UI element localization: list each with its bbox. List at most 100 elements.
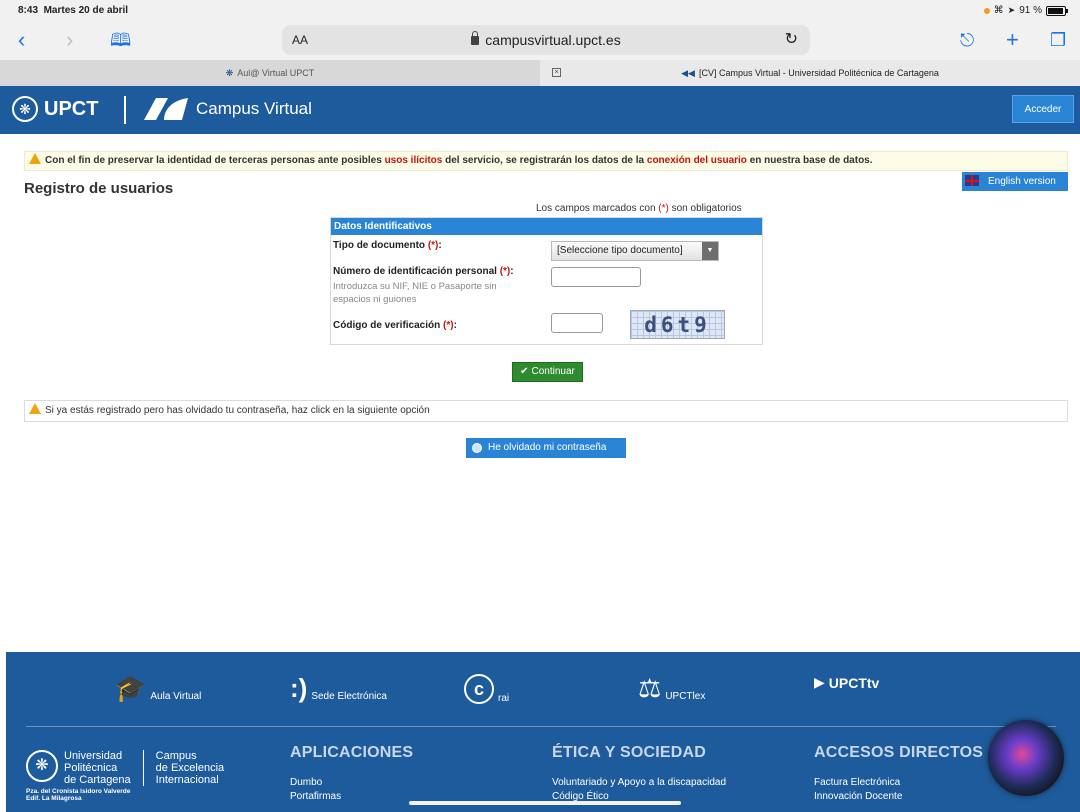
login-button[interactable]: Acceder — [1012, 95, 1074, 123]
footer-link-crai[interactable]: c rai — [464, 674, 509, 704]
forgot-password-button[interactable]: He olvidado mi contraseña — [466, 438, 626, 458]
col-link[interactable]: Dumbo — [290, 776, 413, 790]
upct-favicon-icon: ❋ — [225, 68, 234, 78]
col-title: ACCESOS DIRECTOS — [814, 744, 984, 761]
doc-type-select[interactable]: [Seleccione tipo documento] ▼ — [551, 241, 719, 261]
back-icon[interactable]: ‹ — [18, 26, 25, 54]
col-link[interactable]: Portafirmas — [290, 790, 413, 804]
tab-label: [CV] Campus Virtual - Universidad Polité… — [698, 68, 939, 78]
footer-link-label: rai — [498, 693, 510, 704]
col-link[interactable]: Voluntariado y Apoyo a la discapacidad — [552, 776, 726, 790]
verification-code-label: Código de verificación (*): — [333, 320, 457, 331]
campus-virtual-mark-icon — [144, 98, 188, 120]
footer-col-aplicaciones: APLICACIONES Dumbo Portafirmas — [290, 744, 413, 804]
footer-link-aula-virtual[interactable]: 🎓 Aula Virtual — [114, 674, 201, 702]
warning-text-2: del servicio, se registrarán los datos d… — [442, 155, 647, 166]
tab-campus-virtual[interactable]: × ◀◀ [CV] Campus Virtual - Universidad Po… — [540, 60, 1080, 86]
required-mark: (*) — [658, 203, 669, 214]
univ-line: Politécnica — [64, 762, 118, 774]
captcha-image: d6t9 — [630, 310, 725, 339]
col-title: APLICACIONES — [290, 744, 414, 761]
close-tab-icon[interactable]: × — [552, 68, 561, 77]
english-version-button[interactable]: English version — [962, 172, 1068, 191]
warning-text-3: en nuestra base de datos. — [746, 155, 873, 166]
required-mark: (*) — [427, 240, 439, 251]
col-title: ÉTICA Y SOCIEDAD — [552, 744, 707, 761]
id-help-text: Introduzca su NIF, NIE o Pasaporte sin e… — [333, 281, 497, 305]
campus-virtual-logo[interactable]: Campus Virtual — [142, 96, 312, 122]
date: Martes 20 de abril — [43, 5, 129, 16]
upct-logo[interactable]: ❋ UPCT — [12, 96, 98, 122]
footer-divider — [26, 726, 1056, 727]
product-name: Campus Virtual — [196, 99, 312, 118]
address-line: Pza. del Cronista Isidoro Valverde — [26, 788, 131, 795]
site-header: ❋ UPCT Campus Virtual Acceder — [0, 86, 1080, 134]
scales-icon: ⚖ — [638, 673, 662, 703]
doc-type-label: Tipo de documento (*): — [333, 240, 442, 251]
new-tab-icon[interactable]: + — [1006, 26, 1019, 54]
chevron-down-icon: ▼ — [702, 242, 718, 260]
campus-line: Internacional — [155, 774, 219, 786]
password-recovery-notice: Si ya estás registrado pero has olvidado… — [24, 400, 1068, 422]
id-number-input[interactable] — [551, 267, 641, 287]
footer-link-sede[interactable]: :) Sede Electrónica — [290, 674, 387, 702]
reload-icon[interactable]: ↻ — [785, 29, 798, 49]
brand-name: UPCT — [44, 97, 99, 120]
tab-bar: ❋ Aul@ Virtual UPCT × ◀◀ [CV] Campus Virtu… — [0, 60, 1080, 86]
doc-type-value: [Seleccione tipo documento] — [557, 245, 683, 256]
footer-link-label: Sede Electrónica — [311, 691, 387, 702]
continue-button[interactable]: ✔ Continuar — [512, 362, 583, 382]
crai-logo-icon: c — [464, 674, 494, 704]
url-display[interactable]: campusvirtual.upct.es — [282, 31, 810, 48]
share-icon[interactable]: ⎋ — [960, 26, 974, 54]
uk-flag-icon — [965, 175, 979, 186]
col-link[interactable]: Factura Electrónica — [814, 776, 983, 790]
registration-form: Datos Identificativos Tipo de documento … — [330, 217, 763, 345]
footer-col-etica: ÉTICA Y SOCIEDAD Voluntariado y Apoyo a … — [552, 744, 726, 804]
graduation-cap-icon: 🎓 — [114, 673, 147, 703]
note-prefix: Los campos marcados con — [536, 203, 659, 214]
university-seal-icon: ❋ — [26, 750, 58, 782]
home-indicator[interactable] — [409, 801, 681, 805]
tabs-overview-icon[interactable]: ❐ — [1050, 26, 1066, 54]
col-link[interactable]: Innovación Docente — [814, 790, 983, 804]
forward-icon[interactable]: › — [66, 26, 73, 54]
university-logo[interactable]: ❋ Universidad Politécnica de Cartagena C… — [26, 750, 224, 786]
campus-line: Campus — [155, 750, 197, 762]
english-label: English version — [988, 176, 1056, 187]
warning-text-1: Con el fin de preservar la identidad de … — [45, 155, 385, 166]
cv-favicon-icon: ◀◀ — [681, 68, 695, 78]
location-icon: ➤ — [1007, 5, 1016, 15]
bookmarks-icon[interactable]: 🕮 — [110, 26, 131, 54]
battery-percent: 91 % — [1019, 5, 1042, 16]
mic-indicator-icon — [983, 7, 990, 14]
warning-highlight-2: conexión del usuario — [646, 155, 747, 166]
campus-line: de Excelencia — [155, 762, 225, 774]
verification-code-input[interactable] — [551, 313, 603, 333]
header-divider — [124, 96, 126, 124]
browser-toolbar: ‹ › 🕮 AA campusvirtual.upct.es ↻ ⎋ + ❐ — [0, 22, 1080, 60]
footer-link-upctlex[interactable]: ⚖ UPCTlex — [638, 674, 705, 702]
required-mark: (*) — [443, 320, 454, 331]
url-text: campusvirtual.upct.es — [485, 32, 621, 48]
wifi-icon: ⌘ — [993, 5, 1004, 16]
footer-link-label: UPCTlex — [665, 691, 706, 702]
tab-aula-virtual[interactable]: ❋ Aul@ Virtual UPCT — [0, 60, 540, 86]
privacy-warning: Con el fin de preservar la identidad de … — [24, 151, 1068, 171]
address-bar[interactable]: AA campusvirtual.upct.es ↻ — [282, 25, 810, 55]
page-title: Registro de usuarios — [24, 180, 174, 197]
battery-icon — [1046, 5, 1068, 16]
status-right: ⌘ ➤ 91 % — [983, 5, 1068, 16]
univ-divider — [142, 750, 144, 786]
footer-link-upcttv[interactable]: ▶ UPCTtv — [814, 674, 879, 691]
id-number-label: Número de identificación personal (*): — [333, 266, 514, 277]
id-label-text: Número de identificación personal — [333, 266, 500, 277]
siri-orb-icon[interactable] — [988, 720, 1064, 796]
lock-icon — [471, 31, 480, 45]
status-bar: 8:43 Martes 20 de abril ⌘ ➤ 91 % — [0, 0, 1080, 22]
tv-icon: ▶ — [814, 674, 825, 690]
university-address: Pza. del Cronista Isidoro Valverde Edif.… — [26, 788, 130, 802]
required-mark: (*) — [499, 266, 511, 277]
university-name: Universidad Politécnica de Cartagena — [64, 750, 131, 786]
smiley-icon: :) — [290, 673, 308, 703]
